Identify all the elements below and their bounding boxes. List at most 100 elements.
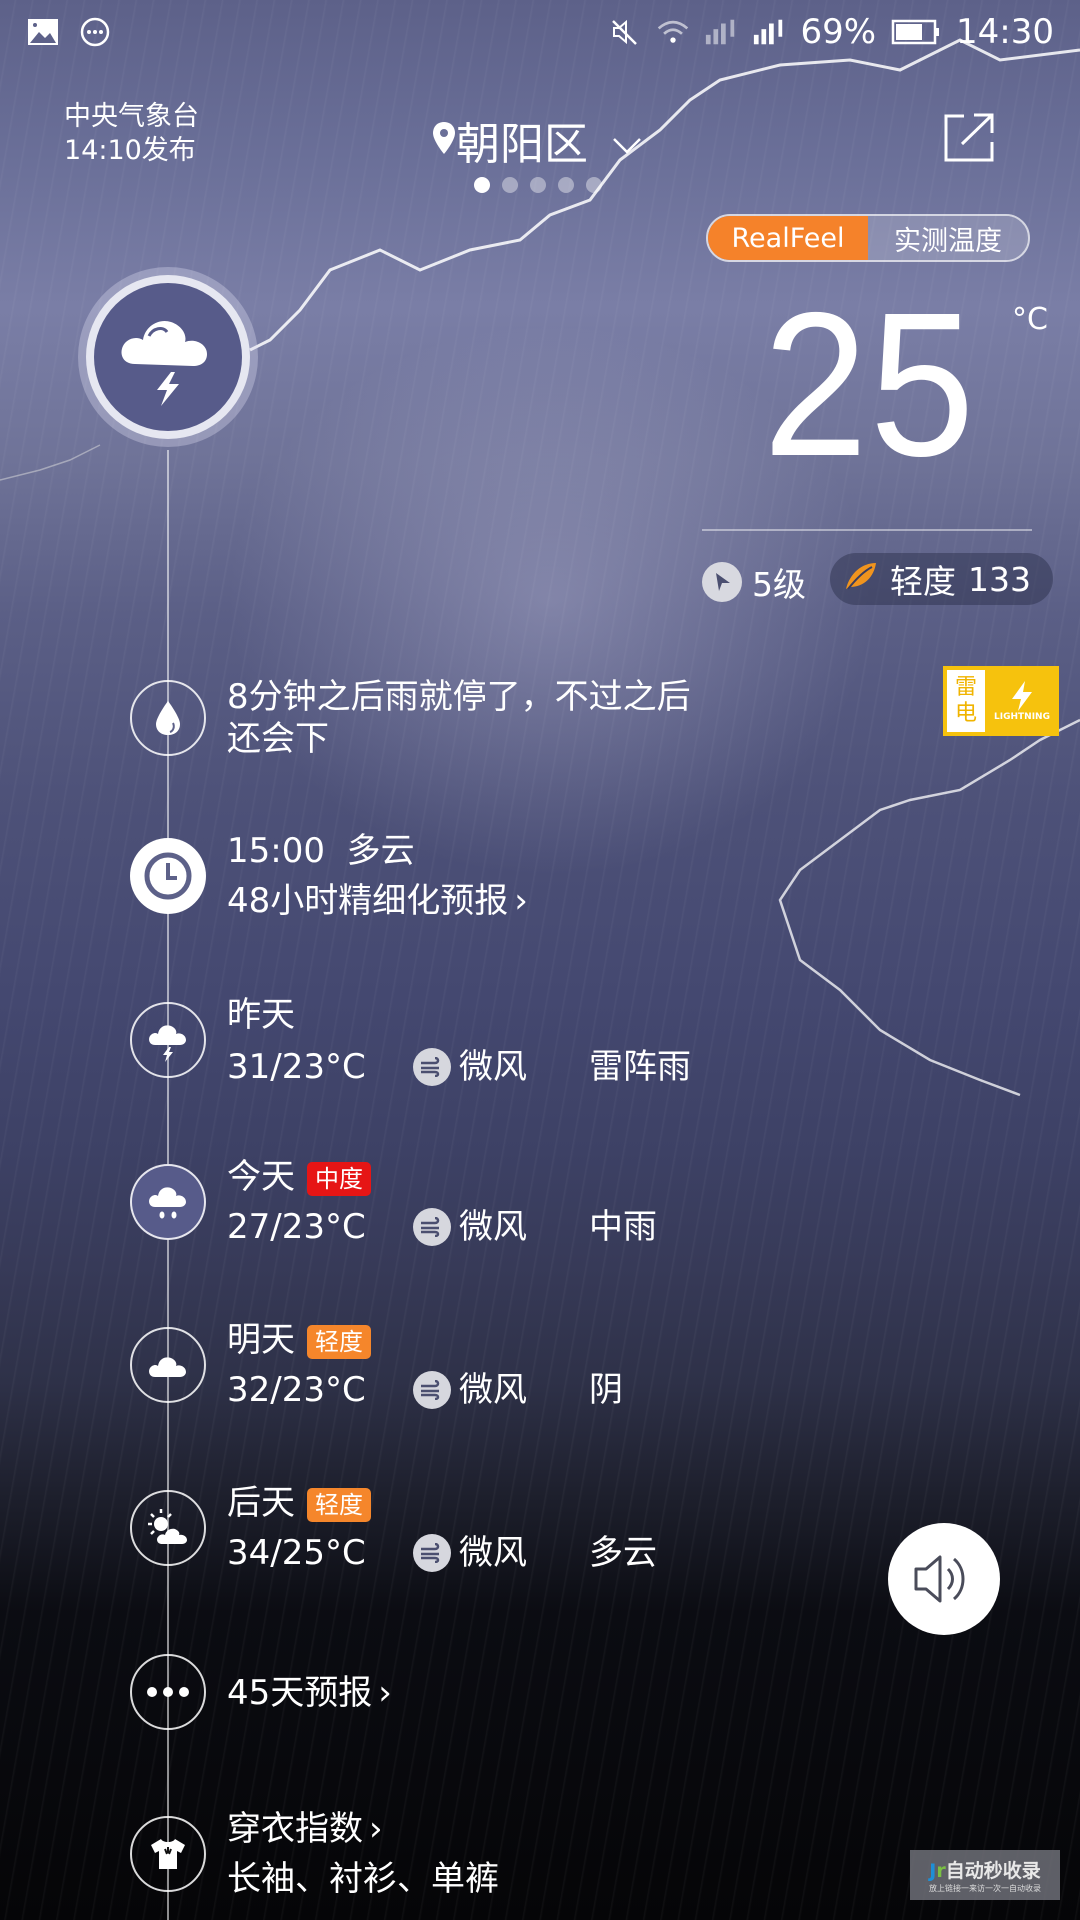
clock-icon: [130, 838, 206, 914]
day-temps: 34/25°C: [227, 1533, 366, 1573]
battery-icon: [890, 15, 942, 49]
page-indicator: [474, 177, 602, 193]
aqi-badge: 轻度: [307, 1324, 371, 1359]
nowcast-text-line1: 8分钟之后雨就停了，不过之后: [227, 677, 691, 717]
day-label: 昨天: [227, 995, 295, 1035]
location-pin-icon: [432, 115, 456, 166]
day-row-day-after[interactable]: 后天 轻度 34/25°C 微风 多云: [130, 1483, 657, 1573]
day-wind: 微风: [459, 1047, 527, 1087]
chevron-right-icon: ›: [514, 881, 528, 921]
toggle-measured[interactable]: 实测温度: [868, 216, 1028, 260]
day-temps: 27/23°C: [227, 1207, 366, 1247]
page-dot-1[interactable]: [474, 177, 490, 193]
partly-cloudy-icon: [130, 1490, 206, 1566]
chevron-down-icon[interactable]: [610, 123, 644, 157]
temperature-mode-toggle[interactable]: RealFeel 实测温度: [706, 214, 1030, 262]
long-forecast-label: 45天预报: [227, 1673, 373, 1713]
day-condition: 多云: [589, 1533, 657, 1573]
aqi-label: 轻度: [890, 562, 956, 601]
lightning-alert-badge[interactable]: 雷 电 LIGHTNING: [943, 666, 1059, 736]
day-row-today[interactable]: 今天 中度 27/23°C 微风 中雨: [130, 1157, 657, 1247]
cloud-icon: [130, 1327, 206, 1403]
raindrop-icon: [130, 680, 206, 756]
aqi-badge: 轻度: [307, 1487, 371, 1522]
rain-cloud-icon: [130, 1164, 206, 1240]
sound-button[interactable]: [888, 1523, 1000, 1635]
hourly-forecast-link[interactable]: 48小时精细化预报 ›: [227, 880, 528, 922]
air-quality-pill[interactable]: 轻度 133: [830, 553, 1053, 605]
page-dot-5[interactable]: [586, 177, 602, 193]
gallery-icon: [26, 15, 60, 49]
day-wind: 微风: [459, 1370, 527, 1410]
watermark-subtitle: 放上链接一来访一次一自动收录: [929, 1884, 1041, 1893]
nowcast-item[interactable]: 8分钟之后雨就停了，不过之后 还会下: [130, 677, 691, 759]
alert-char-1: 雷: [954, 675, 977, 700]
day-row-tomorrow[interactable]: 明天 轻度 32/23°C 微风 阴: [130, 1320, 623, 1410]
publish-time: 14:10发布: [64, 135, 196, 166]
tshirt-icon: [130, 1816, 206, 1892]
clothing-index-item[interactable]: 穿衣指数 › 长袖、衬衫、单裤: [130, 1809, 499, 1899]
hourly-link-label: 48小时精细化预报: [227, 881, 509, 921]
share-icon: [944, 113, 994, 162]
wind-icon: [413, 1048, 451, 1086]
watermark: Jr自动秒收录 放上链接一来访一次一自动收录: [910, 1850, 1060, 1900]
location-selector[interactable]: 朝阳区: [432, 108, 644, 172]
clock: 14:30: [956, 12, 1054, 52]
publisher-name: 中央气象台: [64, 101, 199, 132]
thunderstorm-icon: [86, 275, 250, 439]
wifi-icon: [656, 15, 690, 49]
more-circle-icon: [78, 15, 112, 49]
wind-direction-icon: [702, 562, 742, 602]
watermark-title: 自动秒收录: [945, 1860, 1041, 1882]
mute-icon: [608, 15, 642, 49]
day-temps: 32/23°C: [227, 1370, 366, 1410]
day-temps: 31/23°C: [227, 1047, 366, 1087]
aqi-value: 133: [968, 559, 1031, 599]
watermark-logo-r: r: [936, 1860, 946, 1882]
day-label: 明天: [227, 1320, 295, 1360]
nowcast-text-line2: 还会下: [227, 719, 329, 759]
hourly-forecast-item[interactable]: 15:00 多云 48小时精细化预报 ›: [130, 831, 528, 921]
day-row-yesterday[interactable]: 昨天 31/23°C 微风 雷阵雨: [130, 995, 691, 1087]
wind-icon: [413, 1534, 451, 1572]
battery-percent: 69%: [800, 12, 877, 52]
day-label: 后天: [227, 1483, 295, 1523]
location-name: 朝阳区: [456, 119, 588, 170]
page-dot-4[interactable]: [558, 177, 574, 193]
day-condition: 阴: [589, 1370, 623, 1410]
clothing-value: 长袖、衬衫、单裤: [227, 1859, 499, 1899]
toggle-realfeel[interactable]: RealFeel: [708, 216, 868, 260]
lightning-icon: [1012, 681, 1032, 711]
clothing-title: 穿衣指数: [227, 1809, 363, 1849]
wind-icon: [413, 1208, 451, 1246]
wind-level[interactable]: 5级: [702, 558, 806, 606]
hourly-time: 15:00: [227, 831, 325, 871]
day-wind: 微风: [459, 1207, 527, 1247]
alert-label: LIGHTNING: [994, 712, 1050, 722]
speaker-icon: [914, 1555, 965, 1603]
current-temperature: 25: [763, 270, 977, 499]
chevron-right-icon: ›: [378, 1673, 392, 1713]
divider: [702, 529, 1032, 531]
day-condition: 雷阵雨: [589, 1047, 691, 1087]
temperature-unit: °C: [1012, 302, 1048, 337]
day-wind: 微风: [459, 1533, 527, 1573]
hourly-condition: 多云: [346, 831, 415, 871]
signal-sim2-icon: [752, 15, 786, 49]
share-button[interactable]: [944, 112, 996, 162]
day-label: 今天: [227, 1157, 295, 1197]
alert-char-2: 电: [954, 701, 977, 726]
chevron-right-icon: ›: [369, 1809, 383, 1849]
long-forecast-item[interactable]: 45天预报 ›: [130, 1654, 392, 1730]
day-condition: 中雨: [589, 1207, 657, 1247]
status-bar: 69% 14:30: [0, 0, 1080, 64]
wind-level-value: 5级: [752, 565, 806, 604]
thunder-cloud-icon: [130, 1002, 206, 1078]
aqi-badge: 中度: [307, 1161, 371, 1196]
leaf-icon: [844, 560, 878, 599]
publisher-info: 中央气象台 14:10发布: [64, 100, 199, 168]
page-dot-3[interactable]: [530, 177, 546, 193]
page-dot-2[interactable]: [502, 177, 518, 193]
signal-sim1-icon: [704, 15, 738, 49]
more-dots-icon: [130, 1654, 206, 1730]
